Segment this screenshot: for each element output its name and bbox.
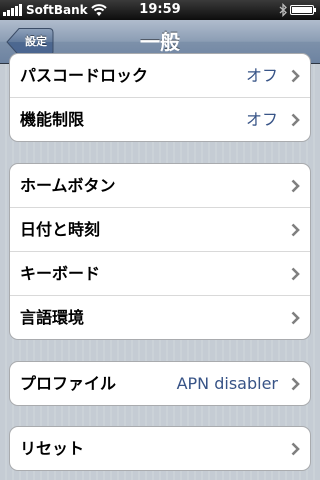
row-keyboard[interactable]: キーボード: [10, 252, 310, 296]
battery-level: [292, 7, 312, 13]
row-label: 言語環境: [20, 308, 85, 327]
chevron-right-icon: [291, 267, 300, 281]
row-value: オフ: [245, 110, 278, 129]
row-label: ホームボタン: [20, 176, 116, 195]
battery-icon: [290, 5, 314, 15]
settings-group-reset: リセット: [9, 426, 311, 471]
chevron-right-icon: [291, 113, 300, 127]
row-international[interactable]: 言語環境: [10, 296, 310, 339]
row-restrictions[interactable]: 機能制限 オフ: [10, 98, 310, 141]
status-bar: SoftBank 19:59: [0, 0, 320, 20]
row-label: プロファイル: [20, 374, 117, 393]
chevron-right-icon: [291, 69, 300, 83]
settings-group-security: パスコードロック オフ 機能制限 オフ: [9, 53, 311, 142]
chevron-right-icon: [291, 223, 300, 237]
row-label: 機能制限: [20, 110, 85, 129]
row-home-button[interactable]: ホームボタン: [10, 164, 310, 208]
chevron-right-icon: [291, 442, 300, 456]
row-label: パスコードロック: [20, 66, 149, 85]
row-reset[interactable]: リセット: [10, 427, 310, 470]
row-date-time[interactable]: 日付と時刻: [10, 208, 310, 252]
row-value: APN disabler: [176, 374, 278, 393]
row-label: キーボード: [20, 264, 101, 283]
chevron-right-icon: [291, 377, 300, 391]
bluetooth-icon: [279, 3, 287, 17]
chevron-right-icon: [291, 311, 300, 325]
settings-group-profiles: プロファイル APN disabler: [9, 361, 311, 406]
row-value: オフ: [245, 66, 278, 85]
row-passcode-lock[interactable]: パスコードロック オフ: [10, 54, 310, 98]
chevron-right-icon: [291, 179, 300, 193]
clock: 19:59: [139, 2, 181, 17]
row-profile[interactable]: プロファイル APN disabler: [10, 362, 310, 405]
row-label: リセット: [20, 439, 85, 458]
settings-group-general: ホームボタン 日付と時刻 キーボード 言語環境: [9, 163, 311, 340]
battery-tip: [314, 8, 316, 12]
row-label: 日付と時刻: [20, 220, 101, 239]
